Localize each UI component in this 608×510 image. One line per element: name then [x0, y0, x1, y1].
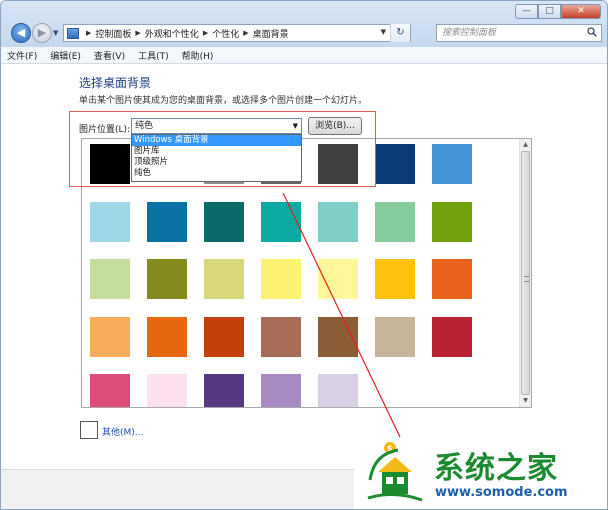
color-swatch[interactable] [90, 374, 130, 407]
watermark-site-name: 系统之家 [434, 451, 558, 486]
dropdown-option-pictures-library[interactable]: 图片库 [132, 146, 301, 157]
color-swatch[interactable] [432, 259, 472, 299]
color-swatch[interactable] [90, 259, 130, 299]
menu-file[interactable]: 文件(F) [7, 49, 37, 62]
page-description: 单击某个图片使其成为您的桌面背景，或选择多个图片创建一个幻灯片。 [79, 96, 368, 106]
color-swatch[interactable] [432, 316, 472, 357]
dropdown-option-solid-colors[interactable]: 纯色 [132, 168, 301, 179]
forward-button[interactable]: ▶ [32, 23, 52, 43]
picture-location-dropdown-list: Windows 桌面背景 图片库 顶级照片 纯色 [131, 134, 302, 182]
color-swatch[interactable] [147, 316, 187, 357]
maximize-button[interactable]: □ [538, 4, 561, 19]
picture-location-value: 纯色 [135, 121, 154, 131]
color-swatch[interactable] [375, 259, 415, 299]
menu-help[interactable]: 帮助(H) [182, 49, 214, 62]
color-swatch[interactable] [147, 201, 187, 242]
house-logo-icon: $ [367, 442, 423, 502]
color-swatch[interactable] [318, 316, 358, 357]
address-field[interactable]: ▶ 控制面板 ▶ 外观和个性化 ▶ 个性化 ▶ 桌面背景 ▼ ↻ [63, 24, 411, 42]
breadcrumb-desktop-background[interactable]: 桌面背景 [253, 27, 289, 40]
recent-pages-dropdown-icon[interactable]: ▼ [53, 29, 58, 37]
color-swatch[interactable] [318, 144, 358, 184]
address-dropdown-icon[interactable]: ▼ [381, 28, 386, 36]
forward-arrow-icon: ▶ [37, 26, 47, 39]
color-swatch[interactable] [432, 201, 472, 242]
breadcrumb-control-panel[interactable]: 控制面板 [95, 27, 131, 40]
back-arrow-icon: ◀ [16, 26, 26, 39]
control-panel-icon [67, 27, 79, 39]
color-swatch[interactable] [261, 316, 301, 357]
picture-location-select[interactable]: 纯色 ▼ [131, 118, 302, 134]
search-placeholder: 搜索控制面板 [442, 28, 497, 38]
color-swatch[interactable] [375, 144, 415, 184]
breadcrumb-personalization[interactable]: 个性化 [212, 27, 239, 40]
browse-button[interactable]: 浏览(B)... [308, 117, 362, 135]
color-swatch[interactable] [318, 201, 358, 242]
dropdown-option-top-rated-photos[interactable]: 顶级照片 [132, 157, 301, 168]
color-swatch[interactable] [261, 201, 301, 242]
refresh-icon[interactable]: ↻ [390, 24, 410, 42]
search-icon[interactable] [587, 27, 597, 37]
menu-edit[interactable]: 编辑(E) [50, 49, 81, 62]
color-swatch[interactable] [318, 259, 358, 299]
breadcrumb-separator-icon[interactable]: ▶ [203, 29, 208, 37]
color-swatch[interactable] [204, 201, 244, 242]
color-swatch[interactable] [318, 374, 358, 407]
back-button[interactable]: ◀ [11, 23, 31, 43]
search-input[interactable]: 搜索控制面板 [436, 24, 602, 42]
window-controls: — □ ✕ [515, 4, 601, 19]
color-swatch[interactable] [432, 144, 472, 184]
color-swatch[interactable] [204, 259, 244, 299]
color-swatch[interactable] [204, 316, 244, 357]
menu-bar: 文件(F) 编辑(E) 查看(V) 工具(T) 帮助(H) [1, 47, 607, 64]
picture-location-label: 图片位置(L): [79, 125, 131, 135]
page-title: 选择桌面背景 [79, 76, 152, 90]
site-watermark: $ 系统之家 www.somode.com [354, 437, 607, 509]
breadcrumb-separator-icon[interactable]: ▶ [86, 29, 91, 37]
scroll-down-icon[interactable]: ▼ [520, 396, 531, 406]
color-swatch[interactable] [90, 316, 130, 357]
scroll-up-icon[interactable]: ▲ [520, 140, 531, 150]
color-swatch[interactable] [90, 144, 130, 184]
color-swatch[interactable] [375, 316, 415, 357]
color-swatch[interactable] [90, 201, 130, 242]
scrollbar-thumb[interactable] [521, 151, 530, 395]
watermark-url: www.somode.com [435, 485, 568, 500]
color-swatch[interactable] [375, 201, 415, 242]
dropdown-option-windows-backgrounds[interactable]: Windows 桌面背景 [132, 135, 301, 146]
breadcrumb-separator-icon[interactable]: ▶ [243, 29, 248, 37]
minimize-button[interactable]: — [515, 4, 538, 19]
menu-tools[interactable]: 工具(T) [138, 49, 169, 62]
other-color-link[interactable]: 其他(M)... [102, 425, 143, 438]
color-swatch[interactable] [261, 374, 301, 407]
color-swatch[interactable] [261, 259, 301, 299]
breadcrumb-separator-icon[interactable]: ▶ [135, 29, 140, 37]
menu-view[interactable]: 查看(V) [94, 49, 125, 62]
control-panel-window: — □ ✕ ◀ ▶ ▼ ▶ 控制面板 ▶ 外观和个性化 ▶ 个性化 ▶ 桌面背景… [0, 0, 608, 510]
scrollbar-grip-icon [524, 276, 529, 282]
close-button[interactable]: ✕ [561, 4, 601, 19]
color-swatch[interactable] [147, 374, 187, 407]
color-swatch[interactable] [204, 374, 244, 407]
breadcrumb-appearance[interactable]: 外观和个性化 [145, 27, 199, 40]
address-toolbar: — □ ✕ ◀ ▶ ▼ ▶ 控制面板 ▶ 外观和个性化 ▶ 个性化 ▶ 桌面背景… [1, 1, 607, 47]
other-color-swatch[interactable] [80, 421, 98, 439]
gallery-scrollbar[interactable]: ▲ ▼ [519, 139, 531, 407]
chevron-down-icon[interactable]: ▼ [293, 119, 298, 133]
color-swatch[interactable] [147, 259, 187, 299]
